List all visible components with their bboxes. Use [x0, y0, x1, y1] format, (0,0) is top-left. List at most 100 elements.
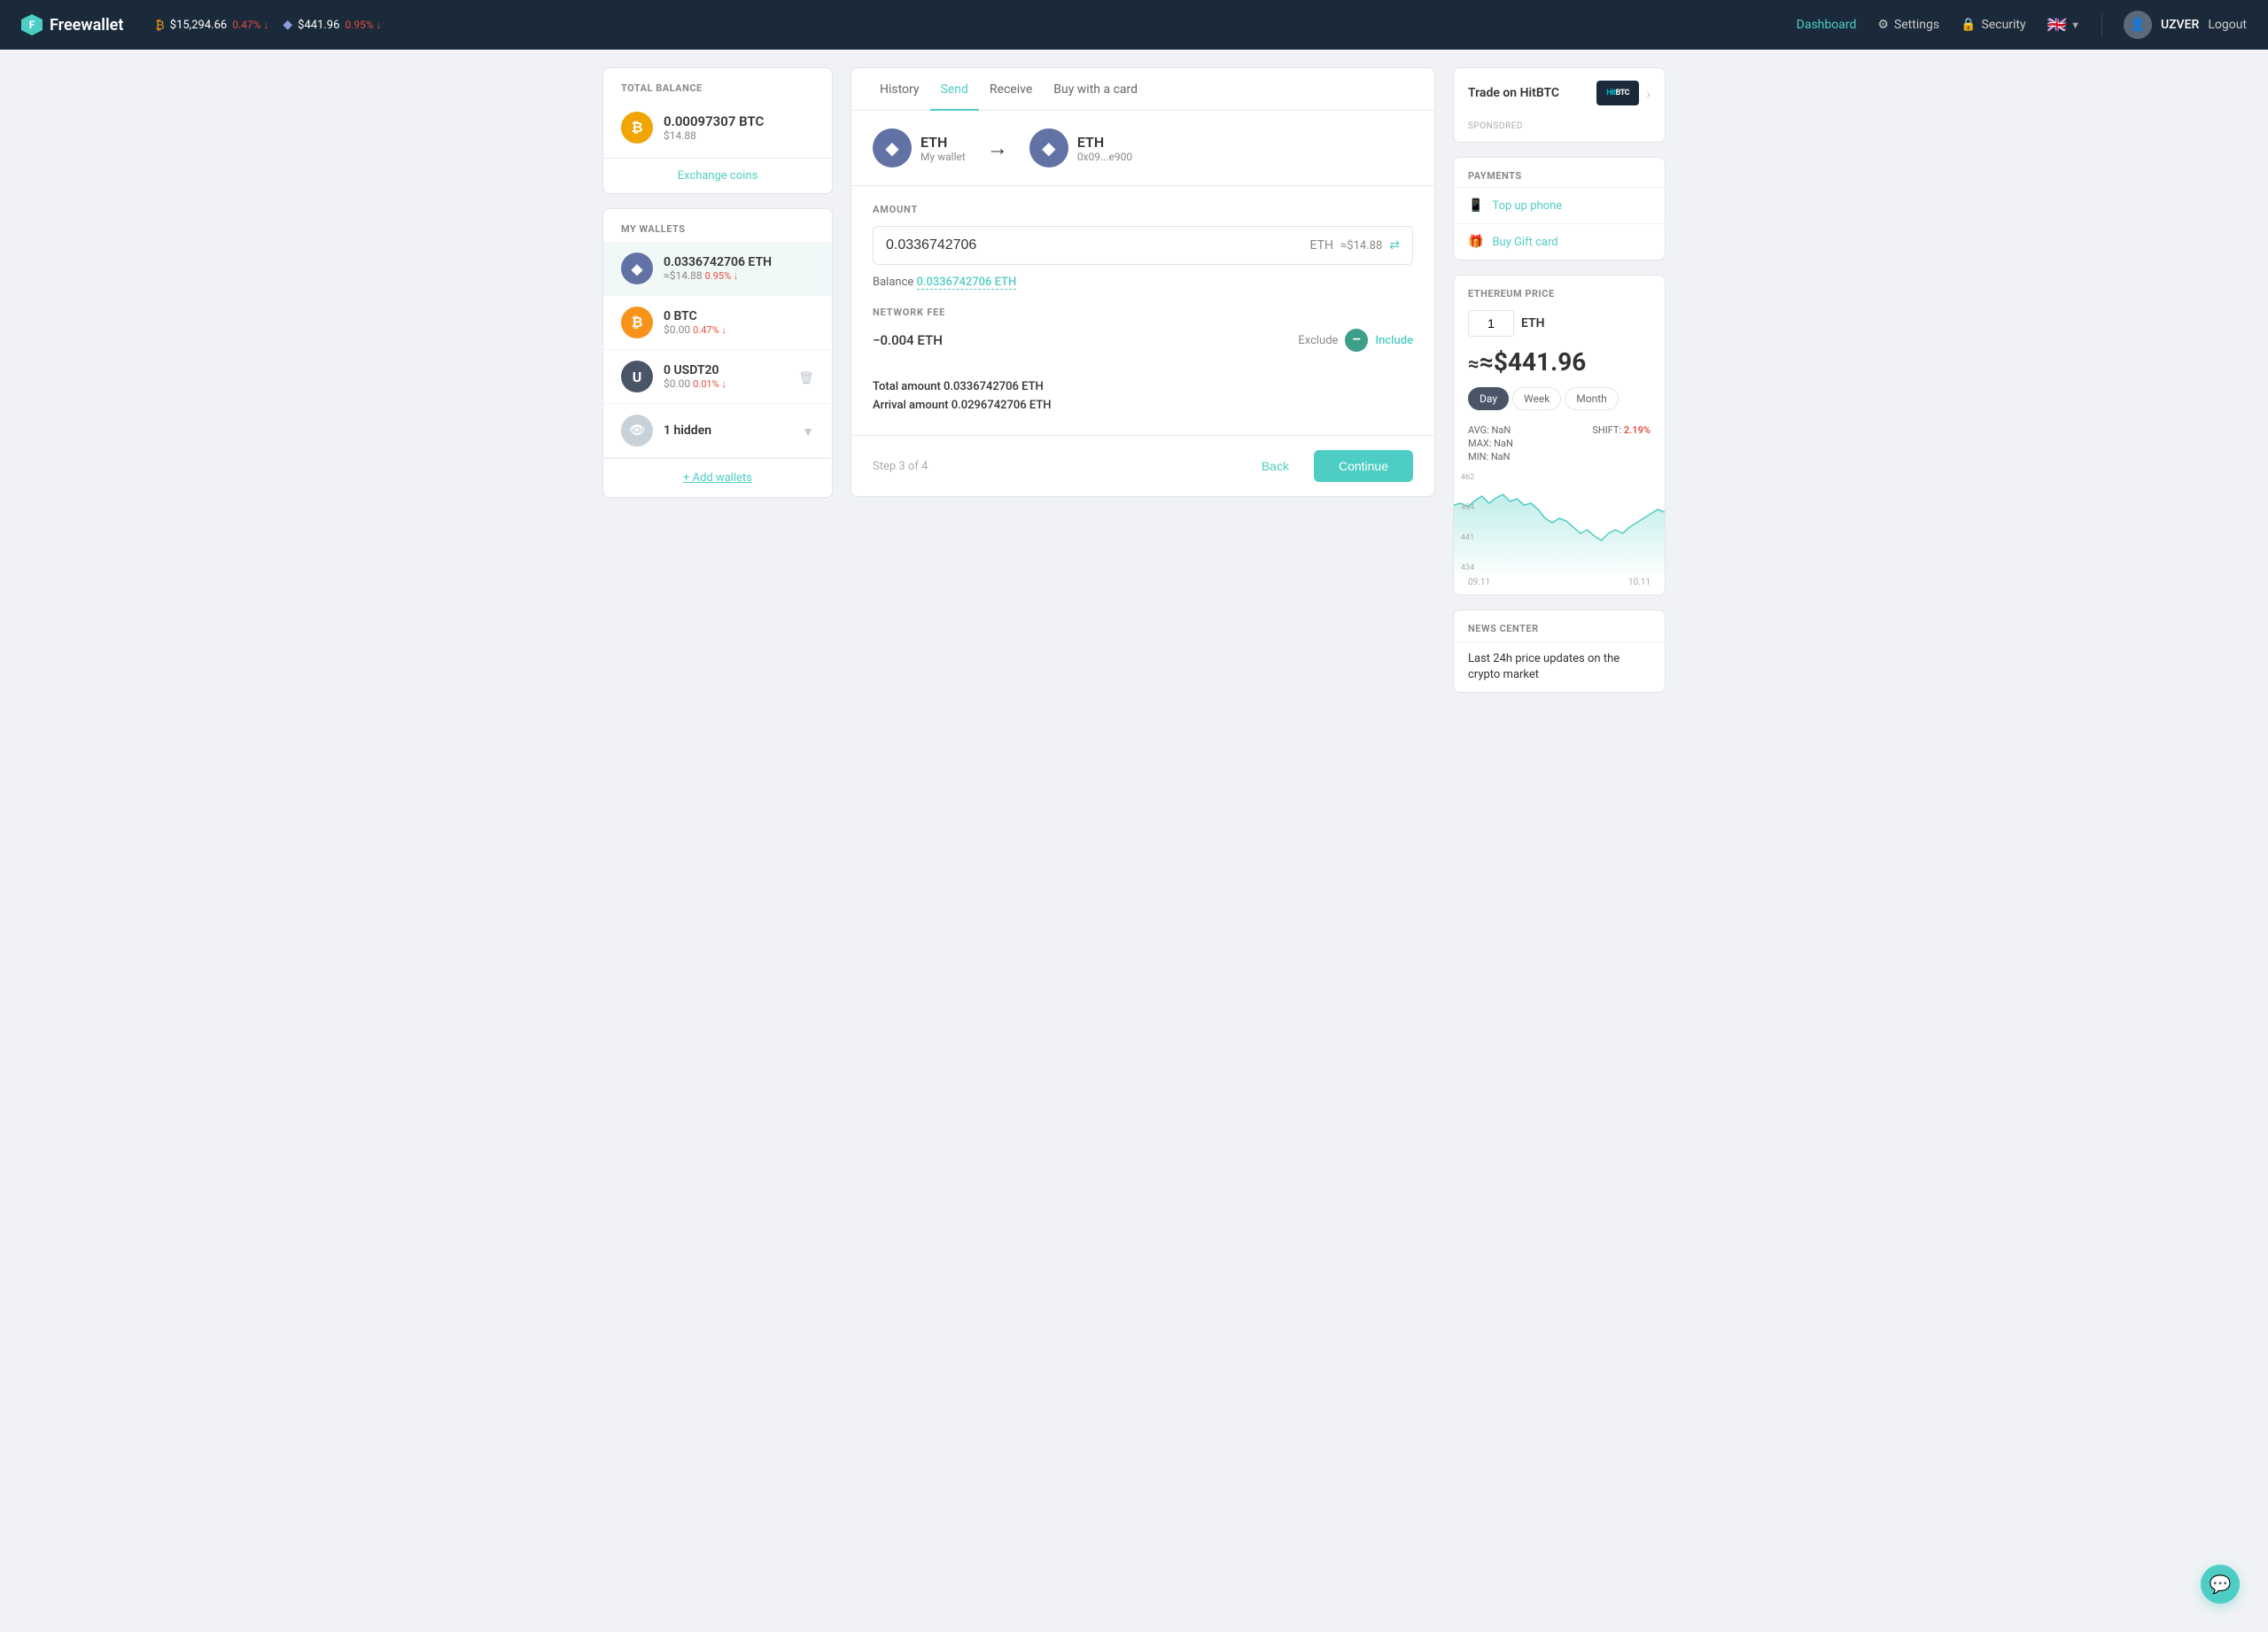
- user-section: 👤 UZVER Logout: [2124, 11, 2247, 39]
- back-button[interactable]: Back: [1247, 452, 1303, 480]
- to-address-label: 0x09...e900: [1077, 151, 1132, 163]
- eth-price-card: ETHEREUM PRICE ETH ≈≈$441.96 Day Week Mo…: [1453, 275, 1666, 595]
- chart-y-labels: 462 454 441 434: [1461, 470, 1474, 576]
- send-from-to: ◆ ETH My wallet → ◆ ETH 0x09...e900: [851, 111, 1434, 186]
- stats-right: SHIFT: 2.19%: [1592, 424, 1651, 462]
- avatar: 👤: [2124, 11, 2152, 39]
- amount-input[interactable]: [886, 237, 1303, 253]
- tab-send[interactable]: Send: [930, 68, 979, 111]
- y-label-441: 441: [1461, 533, 1474, 542]
- chart-area-fill: [1454, 494, 1665, 576]
- wallet-item-usdt[interactable]: U 0 USDT20 $0.00 0.01% ↓ 🗑: [603, 350, 832, 404]
- language-selector[interactable]: 🇬🇧 ▼: [2047, 16, 2080, 35]
- btc-price-item: ₿ $15,294.66 0.47% ↓: [155, 18, 268, 33]
- hitbtc-title: Trade on HitBTC: [1468, 86, 1559, 100]
- news-header: NEWS CENTER: [1454, 610, 1665, 641]
- top-up-phone-item[interactable]: 📱 Top up phone: [1454, 187, 1665, 223]
- btc-wallet-info: 0 BTC $0.00 0.47% ↓: [664, 309, 814, 336]
- btc-balance-icon: ₿: [621, 112, 653, 144]
- btc-balance-amount: 0.00097307 BTC: [664, 113, 764, 129]
- chevron-right-icon: ›: [1646, 85, 1651, 102]
- eth-price-header: ETHEREUM PRICE: [1454, 276, 1665, 307]
- trash-icon[interactable]: 🗑: [798, 371, 814, 385]
- buy-gift-card-item[interactable]: 🎁 Buy Gift card: [1454, 223, 1665, 260]
- arrival-amount-value: 0.0296742706 ETH: [951, 399, 1052, 412]
- exchange-coins-link[interactable]: Exchange coins: [603, 158, 832, 193]
- x-label-0911: 09.11: [1468, 578, 1490, 587]
- continue-button[interactable]: Continue: [1314, 450, 1413, 482]
- lock-icon: 🔒: [1961, 18, 1976, 32]
- tab-buy-card[interactable]: Buy with a card: [1043, 68, 1148, 111]
- balance-link[interactable]: 0.0336742706 ETH: [917, 276, 1017, 290]
- chat-icon: 💬: [2210, 1574, 2232, 1595]
- total-amount-row: Total amount 0.0336742706 ETH: [873, 380, 1413, 393]
- amount-usd-value: ≈$14.88: [1340, 239, 1382, 253]
- include-label: Include: [1375, 334, 1413, 347]
- nav-security[interactable]: 🔒 Security: [1961, 18, 2026, 32]
- eth-qty-input[interactable]: [1468, 310, 1514, 337]
- stats-left: AVG: NaN MAX: NaN MIN: NaN: [1468, 424, 1513, 462]
- header: F Freewallet ₿ $15,294.66 0.47% ↓ ◆ $441…: [0, 0, 2268, 50]
- shift-value: 2.19%: [1624, 424, 1651, 436]
- main-content: TOTAL BALANCE ₿ 0.00097307 BTC $14.88 Ex…: [567, 50, 1701, 711]
- news-item: Last 24h price updates on the crypto mar…: [1454, 641, 1665, 692]
- eth-price-value: $441.96: [298, 19, 339, 32]
- tab-receive[interactable]: Receive: [979, 68, 1043, 111]
- time-tab-month[interactable]: Month: [1565, 387, 1618, 410]
- from-wallet-label: My wallet: [920, 151, 966, 163]
- logo-text: Freewallet: [50, 16, 123, 35]
- total-balance-card: TOTAL BALANCE ₿ 0.00097307 BTC $14.88 Ex…: [602, 67, 833, 194]
- add-wallets-button[interactable]: + Add wallets: [603, 458, 832, 497]
- wallet-item-hidden[interactable]: 👁 1 hidden ▼: [603, 404, 832, 458]
- btc-wallet-icon: ₿: [621, 307, 653, 338]
- tab-history[interactable]: History: [869, 68, 930, 111]
- left-panel: TOTAL BALANCE ₿ 0.00097307 BTC $14.88 Ex…: [602, 67, 833, 693]
- btc-icon: ₿: [155, 18, 164, 33]
- chat-bubble[interactable]: 💬: [2201, 1565, 2240, 1604]
- time-tab-day[interactable]: Day: [1468, 387, 1509, 410]
- hitbtc-card: Trade on HitBTC HitBTC › SPONSORED: [1453, 67, 1666, 143]
- y-label-434: 434: [1461, 563, 1474, 572]
- totals-section: Total amount 0.0336742706 ETH Arrival am…: [851, 380, 1434, 435]
- eth-icon: ◆: [283, 18, 292, 32]
- swap-icon[interactable]: ⇄: [1389, 238, 1400, 253]
- buy-gift-card-label: Buy Gift card: [1492, 236, 1557, 249]
- avg-stat: AVG: NaN: [1468, 424, 1513, 436]
- network-fee-section: NETWORK FEE −0.004 ETH Exclude − Include: [851, 307, 1434, 380]
- footer-buttons: Back Continue: [1247, 450, 1413, 482]
- wallet-item-btc[interactable]: ₿ 0 BTC $0.00 0.47% ↓: [603, 296, 832, 350]
- right-panel: Trade on HitBTC HitBTC › SPONSORED PAYME…: [1453, 67, 1666, 693]
- total-balance-header: TOTAL BALANCE: [603, 68, 832, 105]
- logout-button[interactable]: Logout: [2208, 18, 2247, 32]
- from-coin-name: ETH: [920, 134, 966, 151]
- eth-qty-row: ETH: [1454, 307, 1665, 344]
- top-up-phone-label: Top up phone: [1492, 199, 1562, 213]
- min-stat: MIN: NaN: [1468, 451, 1513, 462]
- usdt-wallet-actions: 🗑: [798, 369, 814, 385]
- hidden-wallet-icon: 👁: [621, 415, 653, 447]
- wallet-item-eth[interactable]: ◆ 0.0336742706 ETH ≈$14.88 0.95% ↓: [603, 242, 832, 296]
- nav-settings[interactable]: ⚙ Settings: [1877, 18, 1939, 32]
- nav-divider: [2101, 14, 2102, 35]
- btc-balance-usd: $14.88: [664, 129, 764, 142]
- eth-wallet-icon: ◆: [621, 253, 653, 284]
- my-wallets-card: MY WALLETS ◆ 0.0336742706 ETH ≈$14.88 0.…: [602, 208, 833, 498]
- header-nav: Dashboard ⚙ Settings 🔒 Security 🇬🇧 ▼ 👤 U…: [1797, 11, 2247, 39]
- arrival-amount-label: Arrival amount: [873, 399, 951, 412]
- username: UZVER: [2161, 18, 2199, 32]
- payments-header: PAYMENTS: [1454, 158, 1665, 187]
- eth-currency-label: ETH: [1521, 316, 1545, 330]
- fee-toggle-button[interactable]: −: [1345, 329, 1368, 352]
- x-label-1011: 10.11: [1628, 578, 1651, 587]
- balance-info: 0.00097307 BTC $14.88: [664, 113, 764, 142]
- max-stat: MAX: NaN: [1468, 438, 1513, 449]
- eth-change-badge: 0.95% ↓: [705, 270, 739, 282]
- eth-change: 0.95% ↓: [345, 19, 381, 31]
- chevron-down-icon[interactable]: ▼: [802, 425, 814, 439]
- from-info: ETH My wallet: [920, 134, 966, 163]
- nav-dashboard[interactable]: Dashboard: [1797, 18, 1857, 32]
- payments-card: PAYMENTS 📱 Top up phone 🎁 Buy Gift card: [1453, 157, 1666, 260]
- logo[interactable]: F Freewallet: [21, 14, 123, 35]
- time-tab-week[interactable]: Week: [1512, 387, 1561, 410]
- hidden-wallet-amount: 1 hidden: [664, 424, 791, 438]
